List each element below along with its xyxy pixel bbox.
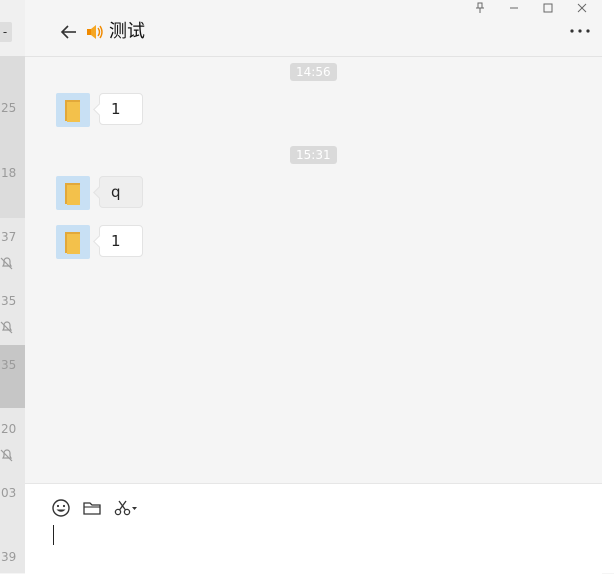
close-icon[interactable] <box>574 1 590 15</box>
mute-bell-icon <box>0 321 13 334</box>
message-bubble[interactable]: 1 <box>99 225 143 257</box>
chat-header: 测试 <box>25 0 602 57</box>
sidebar-item-time[interactable]: 03 <box>0 486 25 500</box>
sidebar-item-time[interactable]: 20 <box>0 422 25 436</box>
avatar[interactable] <box>56 225 90 259</box>
minimize-icon[interactable] <box>506 1 522 15</box>
conversation-list-partial: - 25 18 37 35 35 20 03 39 <box>0 0 25 573</box>
message-bubble[interactable]: 1 <box>99 93 143 125</box>
sidebar-item-time[interactable]: 35 <box>0 358 25 372</box>
sidebar-item-time[interactable]: 39 <box>0 550 25 564</box>
scissors-icon[interactable] <box>113 498 139 518</box>
window-right-edge <box>602 0 614 573</box>
sidebar-item-time[interactable]: 18 <box>0 166 25 180</box>
sidebar-item-time[interactable]: 37 <box>0 230 25 244</box>
message-input-area <box>25 483 602 574</box>
avatar[interactable] <box>56 176 90 210</box>
timestamp-badge: 15:31 <box>290 146 337 164</box>
pin-icon[interactable] <box>472 1 488 15</box>
speaker-icon <box>87 25 103 39</box>
folder-avatar-icon <box>65 100 80 122</box>
message-input[interactable] <box>49 522 589 562</box>
maximize-icon[interactable] <box>540 1 556 15</box>
sidebar-minus-button[interactable]: - <box>0 22 12 42</box>
folder-avatar-icon <box>65 183 80 205</box>
emoji-icon[interactable] <box>51 498 71 518</box>
sidebar-item-time[interactable]: 35 <box>0 294 25 308</box>
sidebar-selected-item[interactable] <box>0 345 25 408</box>
chat-title: 测试 <box>109 21 145 42</box>
timestamp-badge: 14:56 <box>290 63 337 81</box>
message-bubble[interactable]: q <box>99 176 143 208</box>
more-options-icon[interactable] <box>568 25 592 37</box>
mute-bell-icon <box>0 449 13 462</box>
folder-avatar-icon <box>65 232 80 254</box>
back-arrow-icon[interactable] <box>59 22 79 42</box>
avatar[interactable] <box>56 93 90 127</box>
sidebar-upper-section <box>0 56 25 218</box>
folder-icon[interactable] <box>82 498 102 518</box>
sidebar-item-time[interactable]: 25 <box>0 101 25 115</box>
chat-pane: 测试 14:56 1 15:31 q 1 <box>25 0 602 574</box>
mute-bell-icon <box>0 257 13 270</box>
